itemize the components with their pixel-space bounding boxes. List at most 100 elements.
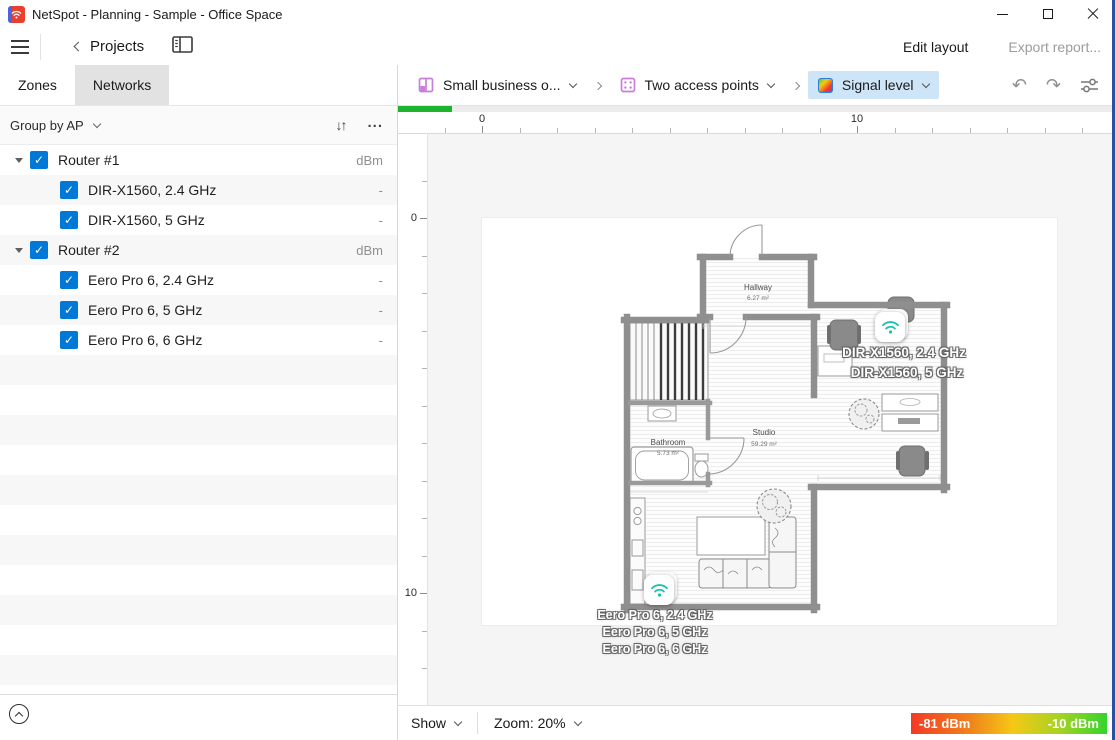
floorplan-icon: [418, 77, 434, 93]
breadcrumb-snapshot-label: Two access points: [645, 77, 759, 93]
minimize-button[interactable]: [980, 0, 1025, 28]
ap-label: Eero Pro 6, 2.4 GHz: [597, 608, 712, 622]
room-area: 59.29 m²: [751, 441, 777, 448]
main-toolbar: Projects Edit layout Export report...: [0, 28, 1115, 65]
zoom-dropdown[interactable]: Zoom: 20%: [494, 715, 581, 731]
network-row[interactable]: ✓ Eero Pro 6, 2.4 GHz -: [0, 265, 397, 295]
network-group-row[interactable]: ✓Router #2dBm: [0, 235, 397, 265]
group-by-dropdown[interactable]: Group by AP: [10, 118, 100, 133]
show-dropdown[interactable]: Show: [411, 715, 461, 731]
signal-legend: -81 dBm -10 dBm: [911, 713, 1107, 734]
legend-max: -10 dBm: [1048, 716, 1099, 731]
room-name: Hallway: [744, 283, 772, 292]
chevron-down-icon: [767, 79, 775, 87]
heatmap-icon: [818, 78, 833, 93]
network-checkbox[interactable]: ✓: [30, 241, 48, 259]
status-bar: Show Zoom: 20% -81 dBm -10 dBm: [398, 705, 1115, 740]
network-checkbox[interactable]: ✓: [60, 301, 78, 319]
breadcrumb: Small business o... Two access points Si…: [398, 65, 1115, 106]
network-row[interactable]: ✓DIR-X1560, 2.4 GHz-: [0, 175, 397, 205]
expand-caret-icon[interactable]: [8, 158, 30, 163]
tab-networks[interactable]: Networks: [75, 65, 169, 105]
wifi-icon: [881, 320, 900, 335]
statusbar-divider: [477, 712, 478, 734]
empty-row: [0, 685, 397, 694]
chevron-down-icon: [454, 717, 462, 725]
network-value: -: [379, 183, 397, 198]
empty-row: [0, 655, 397, 685]
redo-icon[interactable]: ↷: [1046, 76, 1061, 94]
zoom-label: Zoom: 20%: [494, 715, 566, 731]
breadcrumb-separator: [595, 76, 601, 94]
network-checkbox[interactable]: ✓: [60, 331, 78, 349]
empty-row: [0, 595, 397, 625]
access-point-marker-router1[interactable]: [875, 312, 905, 342]
empty-row: [0, 625, 397, 655]
visualization-settings-icon[interactable]: [1080, 77, 1099, 94]
ruler-label: 0: [479, 113, 485, 125]
maximize-button[interactable]: [1025, 0, 1070, 28]
ruler-label: 0: [411, 212, 417, 224]
network-value: dBm: [356, 243, 397, 258]
close-button[interactable]: [1070, 0, 1115, 28]
network-row[interactable]: ✓DIR-X1560, 5 GHz-: [0, 205, 397, 235]
chevron-down-icon: [92, 119, 100, 127]
sidebar-tabs: Zones Networks: [0, 65, 397, 106]
network-checkbox[interactable]: ✓: [60, 211, 78, 229]
export-report-button[interactable]: Export report...: [1008, 39, 1101, 55]
chevron-left-icon: [74, 42, 84, 52]
empty-row: [0, 535, 397, 565]
more-options-icon[interactable]: ...: [367, 114, 383, 137]
network-value: -: [379, 273, 397, 288]
tab-zones[interactable]: Zones: [0, 65, 75, 105]
empty-row: [0, 445, 397, 475]
toggle-sidebar-icon[interactable]: [172, 36, 193, 58]
legend-min: -81 dBm: [919, 716, 970, 731]
chevron-down-icon: [568, 79, 576, 87]
network-row[interactable]: ✓Eero Pro 6, 5 GHz-: [0, 295, 397, 325]
sort-icon[interactable]: ↓↑: [335, 117, 345, 133]
ap-label: DIR-X1560, 2.4 GHz: [842, 345, 966, 360]
ruler-label: 10: [851, 113, 863, 125]
expand-caret-icon[interactable]: [8, 248, 30, 253]
vertical-ruler: 0 10: [398, 134, 428, 705]
access-points-icon: [620, 77, 636, 93]
group-by-bar: Group by AP ↓↑ ...: [0, 106, 397, 145]
network-row[interactable]: ✓Eero Pro 6, 6 GHz-: [0, 325, 397, 355]
plant: [757, 489, 791, 523]
network-label: Eero Pro 6, 2.4 GHz: [88, 272, 214, 288]
breadcrumb-snapshot[interactable]: Two access points: [610, 71, 784, 99]
table: [697, 517, 765, 555]
network-checkbox[interactable]: ✓: [30, 151, 48, 169]
breadcrumb-visualization-label: Signal level: [842, 77, 914, 93]
network-group-row[interactable]: ✓Router #1dBm: [0, 145, 397, 175]
group-by-label: Group by AP: [10, 118, 84, 133]
network-list: ✓ Router #1 dBm ✓DIR-X1560, 2.4 GHz-✓DIR-X1…: [0, 145, 397, 694]
network-checkbox[interactable]: ✓: [60, 271, 78, 289]
network-value: -: [379, 213, 397, 228]
access-point-marker-router2[interactable]: [644, 575, 674, 605]
projects-back-button[interactable]: Projects: [75, 38, 144, 55]
horizontal-ruler: 0 10: [398, 112, 1115, 134]
kitchen-counter: [630, 498, 645, 604]
room-name: Bathroom: [651, 438, 686, 447]
ruler-label: 10: [405, 587, 417, 599]
menu-icon[interactable]: [0, 40, 40, 54]
undo-icon[interactable]: ↶: [1012, 76, 1027, 94]
edit-layout-button[interactable]: Edit layout: [903, 39, 968, 55]
breadcrumb-visualization[interactable]: Signal level: [808, 71, 939, 99]
collapse-panel-icon[interactable]: [9, 704, 29, 724]
empty-row: [0, 565, 397, 595]
title-bar: NetSpot - Planning - Sample - Office Spa…: [0, 0, 1115, 28]
toolbar-divider: [40, 34, 41, 60]
network-label: Router #1: [58, 152, 119, 168]
ap-label: Eero Pro 6, 6 GHz: [603, 642, 708, 656]
networks-sidebar: Zones Networks Group by AP ↓↑ ... ✓Route…: [0, 65, 398, 740]
empty-row: [0, 385, 397, 415]
sidebar-footer: [0, 694, 397, 740]
breadcrumb-project[interactable]: Small business o...: [408, 71, 586, 99]
network-checkbox[interactable]: ✓: [60, 181, 78, 199]
floor-plan-viewport[interactable]: 0 10: [398, 134, 1115, 705]
network-value: -: [379, 303, 397, 318]
window-title: NetSpot - Planning - Sample - Office Spa…: [32, 7, 283, 22]
